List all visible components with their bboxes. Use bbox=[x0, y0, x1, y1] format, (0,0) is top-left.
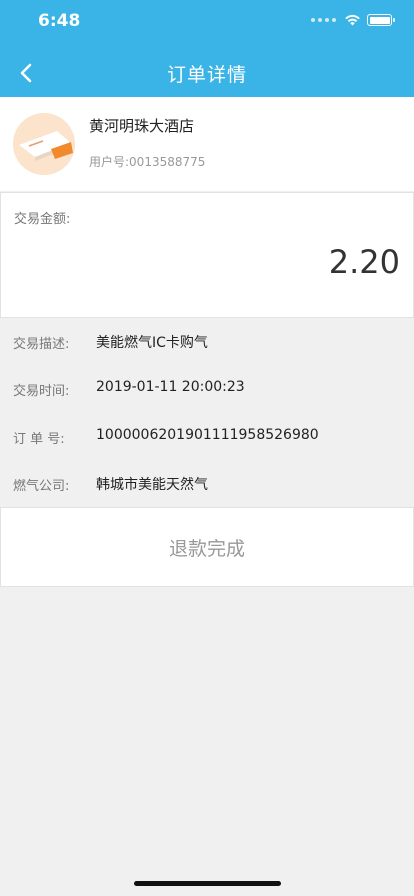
amount-value: 2.20 bbox=[328, 243, 400, 281]
detail-row-description: 交易描述: 美能燃气IC卡购气 bbox=[0, 327, 414, 357]
home-indicator[interactable] bbox=[134, 881, 281, 886]
refund-status: 退款完成 bbox=[0, 507, 414, 587]
battery-icon bbox=[367, 14, 395, 26]
nav-header: 6:48 订单详情 bbox=[0, 0, 414, 97]
detail-label: 燃气公司: bbox=[13, 479, 70, 494]
signal-icon bbox=[311, 18, 336, 22]
detail-label: 交易时间: bbox=[13, 384, 70, 399]
detail-row-gas-company: 燃气公司: 韩城市美能天然气 bbox=[0, 469, 414, 499]
detail-row-order-number: 订 单 号: 1000006201901111958526980 bbox=[0, 422, 414, 452]
detail-row-time: 交易时间: 2019-01-11 20:00:23 bbox=[0, 374, 414, 404]
merchant-user-id: 用户号:0013588775 bbox=[89, 155, 206, 169]
card-icon bbox=[13, 113, 75, 175]
page-title: 订单详情 bbox=[166, 64, 247, 86]
detail-value: 美能燃气IC卡购气 bbox=[96, 335, 208, 351]
wifi-icon bbox=[345, 14, 360, 26]
avatar bbox=[13, 113, 75, 175]
merchant-name: 黄河明珠大酒店 bbox=[89, 117, 195, 135]
detail-value: 韩城市美能天然气 bbox=[96, 477, 208, 493]
detail-value: 2019-01-11 20:00:23 bbox=[96, 379, 245, 395]
amount-label: 交易金额: bbox=[14, 212, 71, 227]
amount-section: 交易金额: 2.20 bbox=[0, 192, 414, 318]
detail-label: 订 单 号: bbox=[13, 432, 65, 447]
status-indicators bbox=[311, 14, 395, 26]
merchant-card: 黄河明珠大酒店 用户号:0013588775 bbox=[0, 97, 414, 191]
detail-label: 交易描述: bbox=[13, 337, 70, 352]
detail-value: 1000006201901111958526980 bbox=[96, 427, 319, 443]
status-time: 6:48 bbox=[38, 11, 81, 31]
